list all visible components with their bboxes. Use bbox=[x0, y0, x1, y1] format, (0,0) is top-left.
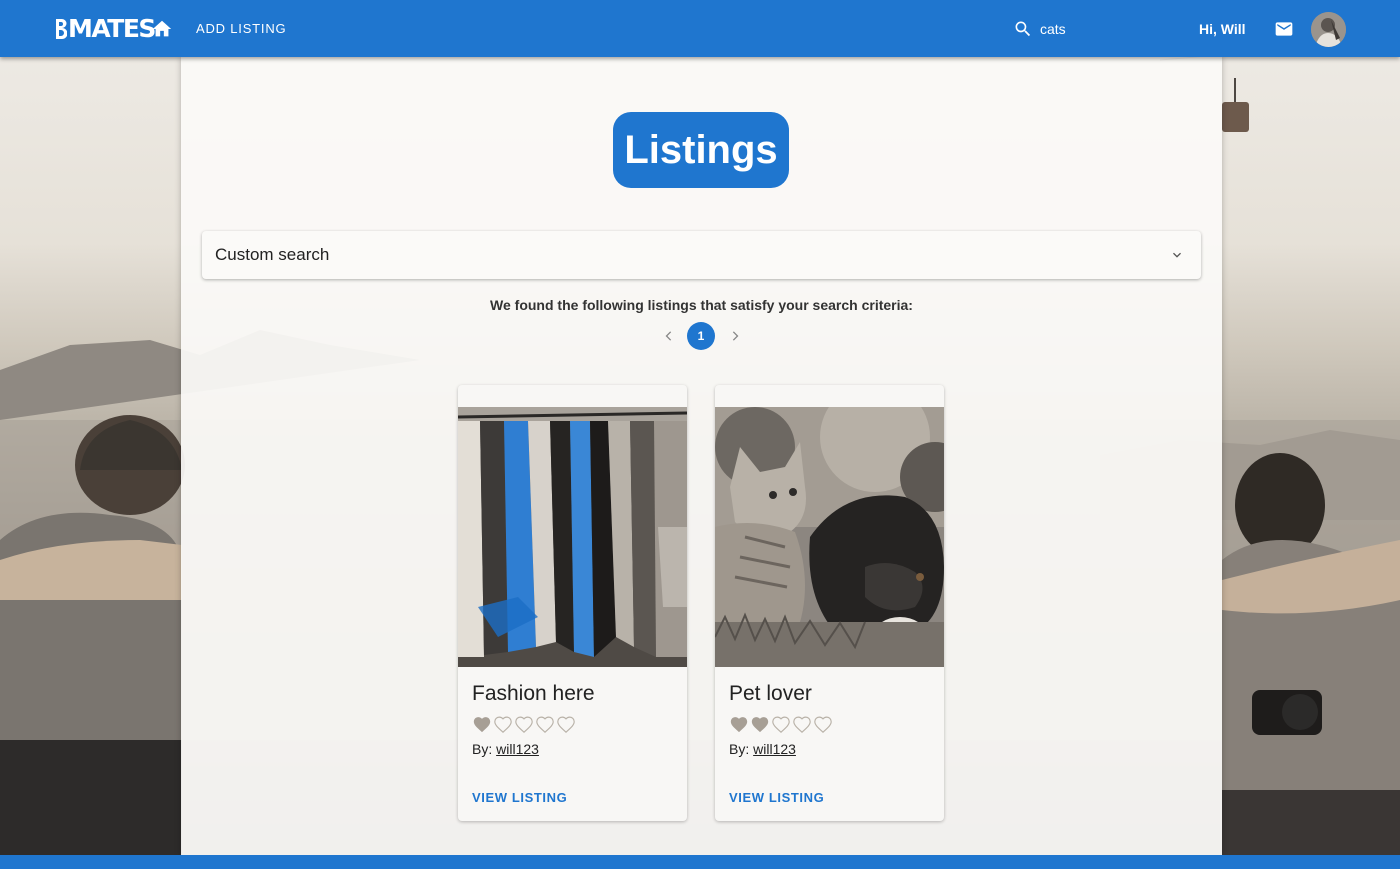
pagination: 1 bbox=[659, 322, 749, 350]
heart-outline-icon bbox=[494, 716, 512, 733]
user-greeting: Hi, Will bbox=[1199, 21, 1246, 37]
heart-filled-icon bbox=[473, 717, 491, 733]
author-link[interactable]: will123 bbox=[496, 741, 539, 757]
avatar-image bbox=[1311, 12, 1346, 47]
heart-outline-icon bbox=[772, 716, 790, 733]
heart-outline-icon bbox=[793, 716, 811, 733]
search-input[interactable] bbox=[1040, 17, 1170, 41]
page-button-current[interactable]: 1 bbox=[687, 322, 715, 350]
view-listing-button[interactable]: VIEW LISTING bbox=[472, 790, 567, 805]
add-listing-link[interactable]: ADD LISTING bbox=[196, 21, 286, 36]
listing-card: Pet lover By: will123 VIEW LISTING bbox=[715, 385, 944, 821]
heart-outline-icon bbox=[536, 716, 554, 733]
rating-hearts bbox=[729, 715, 833, 733]
custom-search-label: Custom search bbox=[215, 245, 330, 264]
search-icon bbox=[1015, 21, 1031, 37]
listing-title: Pet lover bbox=[729, 682, 812, 705]
listing-card: Fashion here By: will123 VIEW LISTING bbox=[458, 385, 687, 821]
custom-search-accordion[interactable]: Custom search bbox=[202, 231, 1201, 279]
listing-image bbox=[458, 407, 687, 667]
results-message: We found the following listings that sat… bbox=[490, 297, 913, 313]
listing-author: By: will123 bbox=[729, 741, 796, 757]
page-title: Listings bbox=[613, 112, 789, 188]
clothes-rack-photo bbox=[458, 407, 687, 667]
rating-hearts bbox=[472, 715, 576, 733]
logo-b-icon bbox=[56, 19, 67, 39]
user-avatar[interactable] bbox=[1311, 12, 1346, 47]
listing-title: Fashion here bbox=[472, 682, 595, 705]
cat-and-dog-photo bbox=[715, 407, 944, 667]
listing-image bbox=[715, 407, 944, 667]
listings-panel: Listings Custom search We found the foll… bbox=[181, 57, 1222, 855]
logo[interactable]: MATES bbox=[55, 14, 156, 43]
heart-filled-icon bbox=[751, 717, 769, 733]
heart-outline-icon bbox=[515, 716, 533, 733]
listing-author: By: will123 bbox=[472, 741, 539, 757]
heart-outline-icon bbox=[557, 716, 575, 733]
home-icon[interactable] bbox=[151, 18, 173, 40]
logo-text: MATES bbox=[68, 14, 156, 43]
author-link[interactable]: will123 bbox=[753, 741, 796, 757]
heart-filled-icon bbox=[730, 717, 748, 733]
view-listing-button[interactable]: VIEW LISTING bbox=[729, 790, 824, 805]
top-app-bar: MATES ADD LISTING Hi, Will bbox=[0, 0, 1400, 57]
chevron-down-icon bbox=[1173, 252, 1181, 258]
mail-icon[interactable] bbox=[1273, 19, 1295, 39]
chevron-right-icon[interactable] bbox=[725, 326, 745, 346]
bottom-bar bbox=[0, 855, 1400, 869]
by-label: By: bbox=[472, 741, 493, 757]
by-label: By: bbox=[729, 741, 750, 757]
chevron-left-icon[interactable] bbox=[659, 326, 679, 346]
heart-outline-icon bbox=[814, 716, 832, 733]
